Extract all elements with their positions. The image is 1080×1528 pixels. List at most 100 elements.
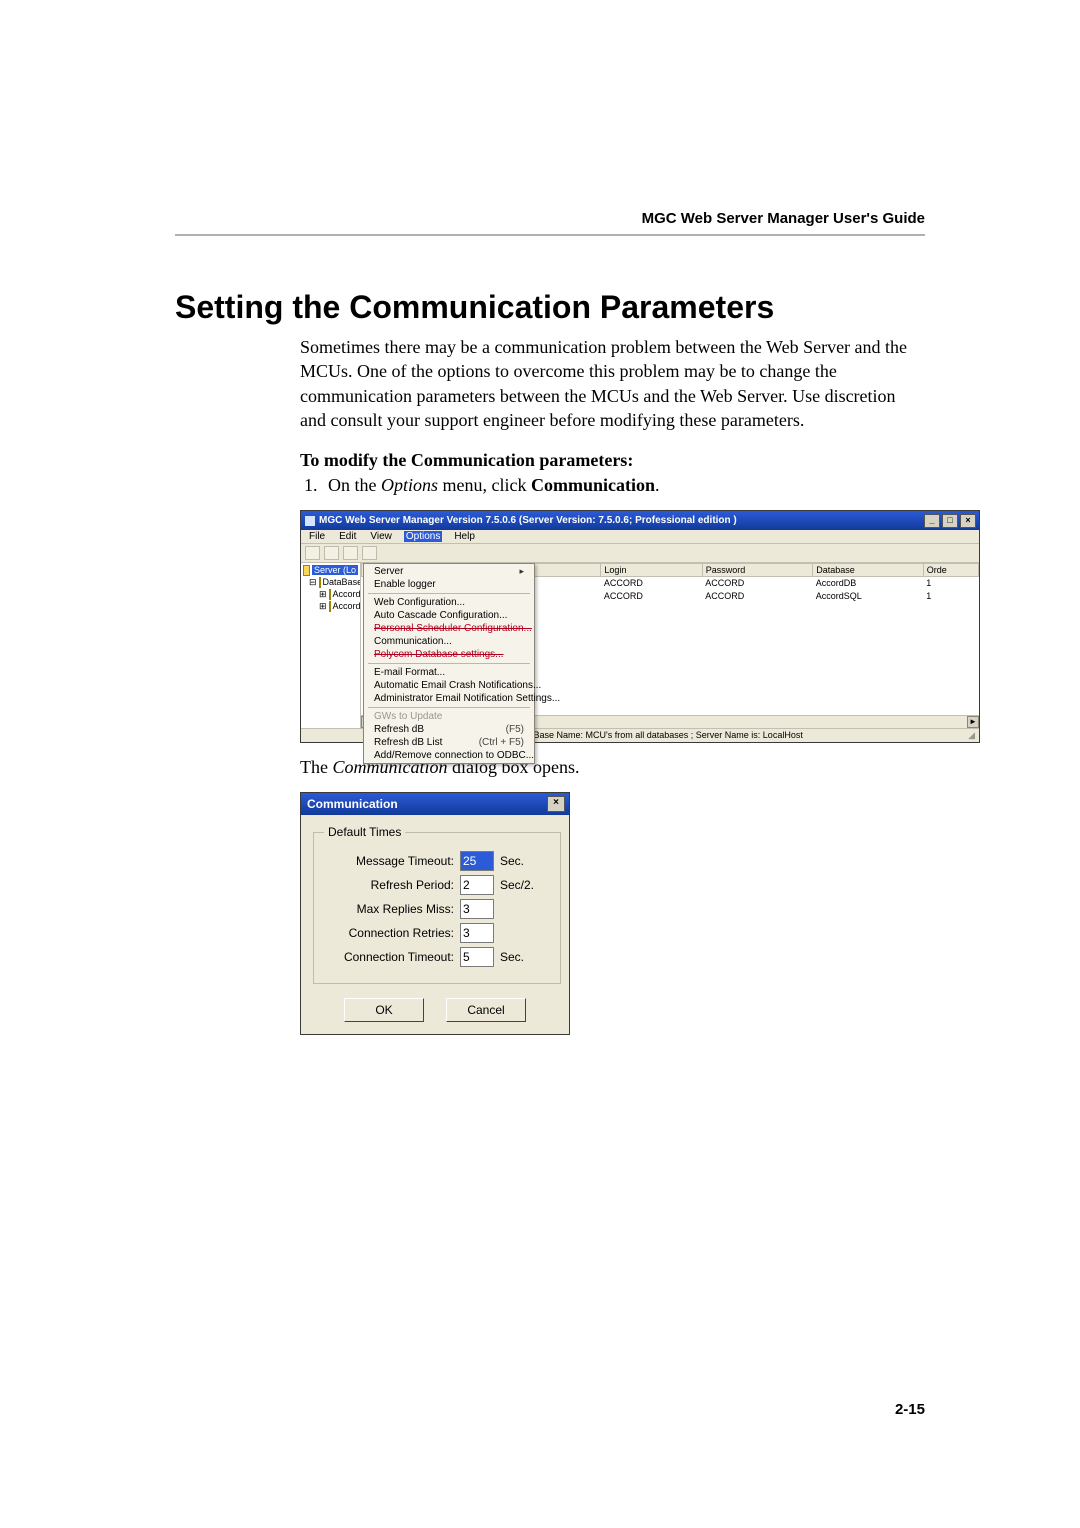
menu-item-refresh-db-label: Refresh dB — [374, 724, 424, 735]
cell-password: ACCORD — [702, 577, 813, 590]
default-times-group: Default Times Message Timeout: Sec. Refr… — [313, 825, 561, 984]
col-password[interactable]: Password — [702, 564, 813, 577]
options-menu-dropdown: Server Enable logger Web Configuration..… — [363, 563, 535, 764]
running-header: MGC Web Server Manager User's Guide — [642, 210, 925, 227]
page-title: Setting the Communication Parameters — [175, 290, 925, 325]
unit-message-timeout: Sec. — [500, 854, 550, 868]
statusbar-text: Data Base Name: MCU's from all databases… — [506, 730, 965, 741]
step-1-text-c: . — [655, 475, 660, 495]
server-manager-window: MGC Web Server Manager Version 7.5.0.6 (… — [300, 510, 980, 743]
step-1-text-b: menu, click — [438, 475, 531, 495]
page-number: 2-15 — [895, 1401, 925, 1418]
menu-item-enable-logger[interactable]: Enable logger — [364, 578, 534, 591]
menu-item-refresh-list-key: (Ctrl + F5) — [479, 737, 524, 748]
tree-accord-1[interactable]: ⊞ Accord — [303, 588, 358, 600]
step-1-text-a: On the — [328, 475, 381, 495]
tree-databases[interactable]: ⊟ DataBases — [303, 576, 358, 588]
label-message-timeout: Message Timeout: — [324, 854, 454, 868]
menu-item-auto-crash[interactable]: Automatic Email Crash Notifications... — [364, 679, 534, 692]
window-minimize-button[interactable]: _ — [924, 514, 940, 528]
cell-order: 1 — [923, 590, 978, 603]
label-max-replies: Max Replies Miss: — [324, 902, 454, 916]
procedure-heading: To modify the Communication parameters: — [300, 450, 920, 471]
body-block: Sometimes there may be a communication p… — [300, 335, 920, 1035]
procedure-steps: On the Options menu, click Communication… — [300, 475, 920, 496]
dialog-title: Communication — [307, 797, 398, 811]
input-connection-timeout[interactable] — [460, 947, 494, 967]
window-close-button[interactable]: × — [960, 514, 976, 528]
menu-help[interactable]: Help — [452, 531, 477, 542]
menu-item-refresh-db-key: (F5) — [506, 724, 524, 735]
tree-server-root[interactable]: Server (Lo — [303, 564, 358, 576]
col-login[interactable]: Login — [601, 564, 702, 577]
input-connection-retries[interactable] — [460, 923, 494, 943]
toolbar-button-1[interactable] — [305, 546, 320, 560]
menu-view[interactable]: View — [368, 531, 394, 542]
menu-item-email-format[interactable]: E-mail Format... — [364, 666, 534, 679]
size-grip-icon[interactable]: ◢ — [965, 730, 975, 741]
cell-login: ACCORD — [601, 590, 702, 603]
toolbar — [301, 544, 979, 563]
row-connection-timeout: Connection Timeout: Sec. — [324, 947, 550, 967]
menu-item-web-config[interactable]: Web Configuration... — [364, 596, 534, 609]
col-order[interactable]: Orde — [923, 564, 978, 577]
menu-item-odbc[interactable]: Add/Remove connection to ODBC... — [364, 749, 534, 762]
db-icon — [329, 589, 331, 600]
cell-order: 1 — [923, 577, 978, 590]
menu-item-refresh-list-label: Refresh dB List — [374, 737, 442, 748]
unit-refresh-period: Sec/2. — [500, 878, 550, 892]
ok-button[interactable]: OK — [344, 998, 424, 1022]
window-titlebar: MGC Web Server Manager Version 7.5.0.6 (… — [301, 511, 979, 530]
folder-icon — [319, 577, 321, 588]
menu-item-admin-email[interactable]: Administrator Email Notification Setting… — [364, 692, 534, 705]
toolbar-button-3[interactable] — [343, 546, 358, 560]
menu-edit[interactable]: Edit — [337, 531, 358, 542]
tree-accord-1-label: Accord — [333, 589, 361, 599]
dialog-content: Default Times Message Timeout: Sec. Refr… — [301, 815, 569, 1034]
cell-password: ACCORD — [702, 590, 813, 603]
menu-item-polycom-db[interactable]: Polycom Database settings... — [364, 648, 534, 661]
app-icon — [305, 516, 315, 526]
cell-database: AccordSQL — [813, 590, 924, 603]
menu-item-refresh-db[interactable]: Refresh dB (F5) — [364, 723, 534, 736]
workarea: Server (Lo ⊟ DataBases ⊞ Accord ⊞ Accord — [301, 563, 979, 728]
server-icon — [303, 565, 310, 576]
dialog-button-row: OK Cancel — [313, 998, 557, 1022]
menu-item-communication[interactable]: Communication... — [364, 635, 534, 648]
menu-item-server[interactable]: Server — [364, 565, 534, 578]
menu-item-personal-scheduler[interactable]: Personal Scheduler Configuration... — [364, 622, 534, 635]
label-connection-retries: Connection Retries: — [324, 926, 454, 940]
tree-server-label: Server (Lo — [312, 565, 358, 575]
communication-dialog: Communication × Default Times Message Ti… — [300, 792, 570, 1035]
dialog-close-button[interactable]: × — [547, 796, 565, 812]
step-1: On the Options menu, click Communication… — [322, 475, 920, 496]
window-title: MGC Web Server Manager Version 7.5.0.6 (… — [319, 515, 737, 526]
label-connection-timeout: Connection Timeout: — [324, 950, 454, 964]
toolbar-button-4[interactable] — [362, 546, 377, 560]
input-message-timeout[interactable] — [460, 851, 494, 871]
cell-login: ACCORD — [601, 577, 702, 590]
scroll-right-arrow-icon[interactable]: ► — [967, 716, 979, 728]
menu-file[interactable]: File — [307, 531, 327, 542]
label-refresh-period: Refresh Period: — [324, 878, 454, 892]
input-max-replies[interactable] — [460, 899, 494, 919]
unit-connection-timeout: Sec. — [500, 950, 550, 964]
tree-accord-2-label: Accord — [333, 601, 361, 611]
col-database[interactable]: Database — [813, 564, 924, 577]
window-maximize-button[interactable]: □ — [942, 514, 958, 528]
tree-databases-label: DataBases — [323, 577, 361, 587]
input-refresh-period[interactable] — [460, 875, 494, 895]
page: MGC Web Server Manager User's Guide Sett… — [0, 0, 1080, 1528]
menu-item-auto-cascade[interactable]: Auto Cascade Configuration... — [364, 609, 534, 622]
cancel-button[interactable]: Cancel — [446, 998, 526, 1022]
menu-item-gws-update: GWs to Update — [364, 710, 534, 723]
menu-options[interactable]: Options — [404, 531, 442, 542]
step-1-command: Communication — [531, 475, 655, 495]
dialog-titlebar: Communication × — [301, 793, 569, 815]
tree-accord-2[interactable]: ⊞ Accord — [303, 600, 358, 612]
row-message-timeout: Message Timeout: Sec. — [324, 851, 550, 871]
after-a: The — [300, 757, 332, 777]
menu-item-refresh-list[interactable]: Refresh dB List (Ctrl + F5) — [364, 736, 534, 749]
toolbar-button-2[interactable] — [324, 546, 339, 560]
cell-database: AccordDB — [813, 577, 924, 590]
